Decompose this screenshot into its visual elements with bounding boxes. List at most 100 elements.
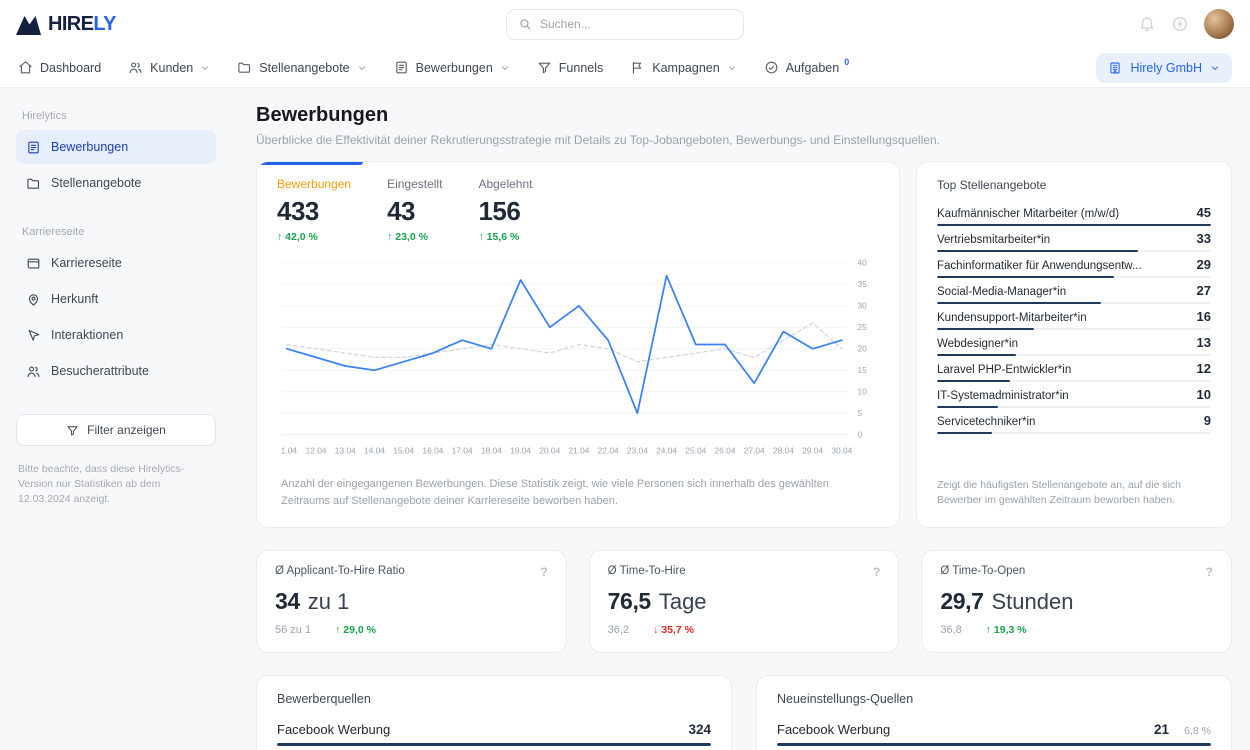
svg-text:30: 30 [857, 301, 867, 311]
job-bar [937, 224, 1211, 226]
source-bar [277, 743, 711, 746]
nav-item-stellenangebote[interactable]: Stellenangebote [237, 60, 366, 75]
nav-item-kampagnen[interactable]: Kampagnen [630, 60, 736, 75]
svg-text:12.04: 12.04 [306, 445, 327, 455]
map-pin-icon [26, 292, 41, 307]
job-row[interactable]: Kundensupport-Mitarbeiter*in16 [937, 306, 1211, 330]
help-icon[interactable]: ? [873, 565, 880, 579]
help-icon[interactable]: ? [1206, 565, 1213, 579]
browser-window-icon [26, 256, 41, 271]
svg-text:20: 20 [857, 344, 867, 354]
job-row[interactable]: IT-Systemadministrator*in10 [937, 384, 1211, 408]
kpi-value: 29,7 [940, 588, 983, 615]
sidebar-item-herkunft[interactable]: Herkunft [16, 282, 216, 316]
sidebar-section-hirelytics: Hirelytics [22, 110, 210, 122]
job-row[interactable]: Kaufmännischer Mitarbeiter (m/w/d)45 [937, 202, 1211, 226]
nav-item-aufgaben[interactable]: Aufgaben 0 [764, 60, 852, 75]
svg-text:28.04: 28.04 [773, 445, 794, 455]
sidebar-item-stellenangebote[interactable]: Stellenangebote [16, 166, 216, 200]
nav-item-dashboard[interactable]: Dashboard [18, 60, 101, 75]
kpi-value: 34 [275, 588, 300, 615]
svg-text:15.04: 15.04 [393, 445, 414, 455]
job-bar [937, 250, 1211, 252]
nav-item-bewerbungen[interactable]: Bewerbungen [394, 60, 510, 75]
customers-icon [128, 60, 143, 75]
chart-description: Anzahl der eingegangenen Bewerbungen. Di… [257, 462, 899, 527]
kpi-previous-value: 56 zu 1 [275, 624, 311, 636]
sidebar-label: Herkunft [51, 292, 98, 306]
funnel-icon [66, 424, 79, 437]
svg-text:19.04: 19.04 [510, 445, 531, 455]
sidebar-label: Karriereseite [51, 256, 122, 270]
company-switcher-button[interactable]: Hirely GmbH [1096, 53, 1232, 83]
topbar: HIRELY [0, 0, 1250, 48]
add-circle-icon[interactable] [1171, 15, 1189, 33]
search-input[interactable] [540, 17, 732, 31]
svg-text:13.04: 13.04 [335, 445, 356, 455]
sidebar-item-bewerbungen[interactable]: Bewerbungen [16, 130, 216, 164]
kpi-value: 76,5 [608, 588, 651, 615]
job-row[interactable]: Fachinformatiker für Anwendungsentw...29 [937, 254, 1211, 278]
sidebar-item-interaktionen[interactable]: Interaktionen [16, 318, 216, 352]
tab-value: 156 [478, 196, 532, 227]
job-title: Servicetechniker*in [937, 416, 1035, 428]
page-title: Bewerbungen [256, 104, 1232, 127]
job-row[interactable]: Vertriebsmitarbeiter*in33 [937, 228, 1211, 252]
job-row[interactable]: Webdesigner*in13 [937, 332, 1211, 356]
kpi-previous-value: 36,8 [940, 624, 961, 636]
job-row[interactable]: Social-Media-Manager*in27 [937, 280, 1211, 304]
sidebar-label: Stellenangebote [51, 176, 141, 190]
chevron-down-icon [727, 63, 737, 73]
job-title: IT-Systemadministrator*in [937, 390, 1069, 402]
tab-label: Abgelehnt [478, 177, 532, 191]
nav-item-kunden[interactable]: Kunden [128, 60, 210, 75]
sidebar-label: Besucherattribute [51, 364, 149, 378]
job-row[interactable]: Servicetechniker*in9 [937, 410, 1211, 434]
svg-text:14.04: 14.04 [364, 445, 385, 455]
campaign-flag-icon [630, 60, 645, 75]
tab-bewerbungen[interactable]: Bewerbungen 433 ↑ 42,0 % [277, 177, 351, 243]
source-row[interactable]: Facebook Werbung216,8 % [777, 718, 1211, 746]
kpi-change: ↑ 29,0 % [335, 624, 376, 636]
top-jobs-footer: Zeigt die häufigsten Stellenangebote an,… [937, 478, 1211, 510]
job-row[interactable]: Laravel PHP-Entwickler*in12 [937, 358, 1211, 382]
notifications-bell-icon[interactable] [1138, 15, 1156, 33]
kpi-time-to-hire-card: Ø Time-To-Hire? 76,5Tage 36,2↓ 35,7 % [589, 550, 900, 653]
chevron-down-icon [1210, 63, 1220, 73]
job-bar [937, 354, 1211, 356]
sidebar-version-note: Bitte beachte, dass diese Hirelytics-Ver… [16, 462, 216, 508]
sidebar-item-besucherattribute[interactable]: Besucherattribute [16, 354, 216, 388]
svg-text:29.04: 29.04 [802, 445, 823, 455]
svg-text:0: 0 [857, 430, 862, 440]
source-row[interactable]: Facebook Werbung324 [277, 718, 711, 746]
sidebar-item-karriereseite[interactable]: Karriereseite [16, 246, 216, 280]
applications-icon [394, 60, 409, 75]
home-icon [18, 60, 33, 75]
svg-text:40: 40 [857, 258, 867, 268]
show-filters-button[interactable]: Filter anzeigen [16, 414, 216, 446]
folder-icon [26, 176, 41, 191]
svg-text:10: 10 [857, 387, 867, 397]
nav-label: Dashboard [40, 61, 101, 75]
kpi-previous-value: 36,2 [608, 624, 629, 636]
top-jobs-title: Top Stellenangebote [937, 178, 1211, 192]
logo-text: HIRELY [48, 13, 116, 36]
tab-eingestellt[interactable]: Eingestellt 43 ↑ 23,0 % [387, 177, 442, 243]
hirely-logo[interactable]: HIRELY [16, 13, 116, 36]
svg-text:5: 5 [857, 408, 862, 418]
user-avatar[interactable] [1204, 9, 1234, 39]
help-icon[interactable]: ? [540, 565, 547, 579]
cursor-icon [26, 328, 41, 343]
kpi-label: Ø Time-To-Open [940, 565, 1025, 577]
nav-label: Bewerbungen [416, 61, 493, 75]
job-applications-count: 27 [1197, 283, 1211, 298]
search-box[interactable] [506, 9, 744, 40]
company-name: Hirely GmbH [1130, 61, 1202, 75]
job-title: Laravel PHP-Entwickler*in [937, 364, 1071, 376]
tab-value: 433 [277, 196, 351, 227]
tab-abgelehnt[interactable]: Abgelehnt 156 ↑ 15,6 % [478, 177, 532, 243]
job-bar [937, 406, 1211, 408]
source-card-title: Bewerberquellen [277, 692, 711, 706]
nav-item-funnels[interactable]: Funnels [537, 60, 603, 75]
job-title: Fachinformatiker für Anwendungsentw... [937, 260, 1142, 272]
